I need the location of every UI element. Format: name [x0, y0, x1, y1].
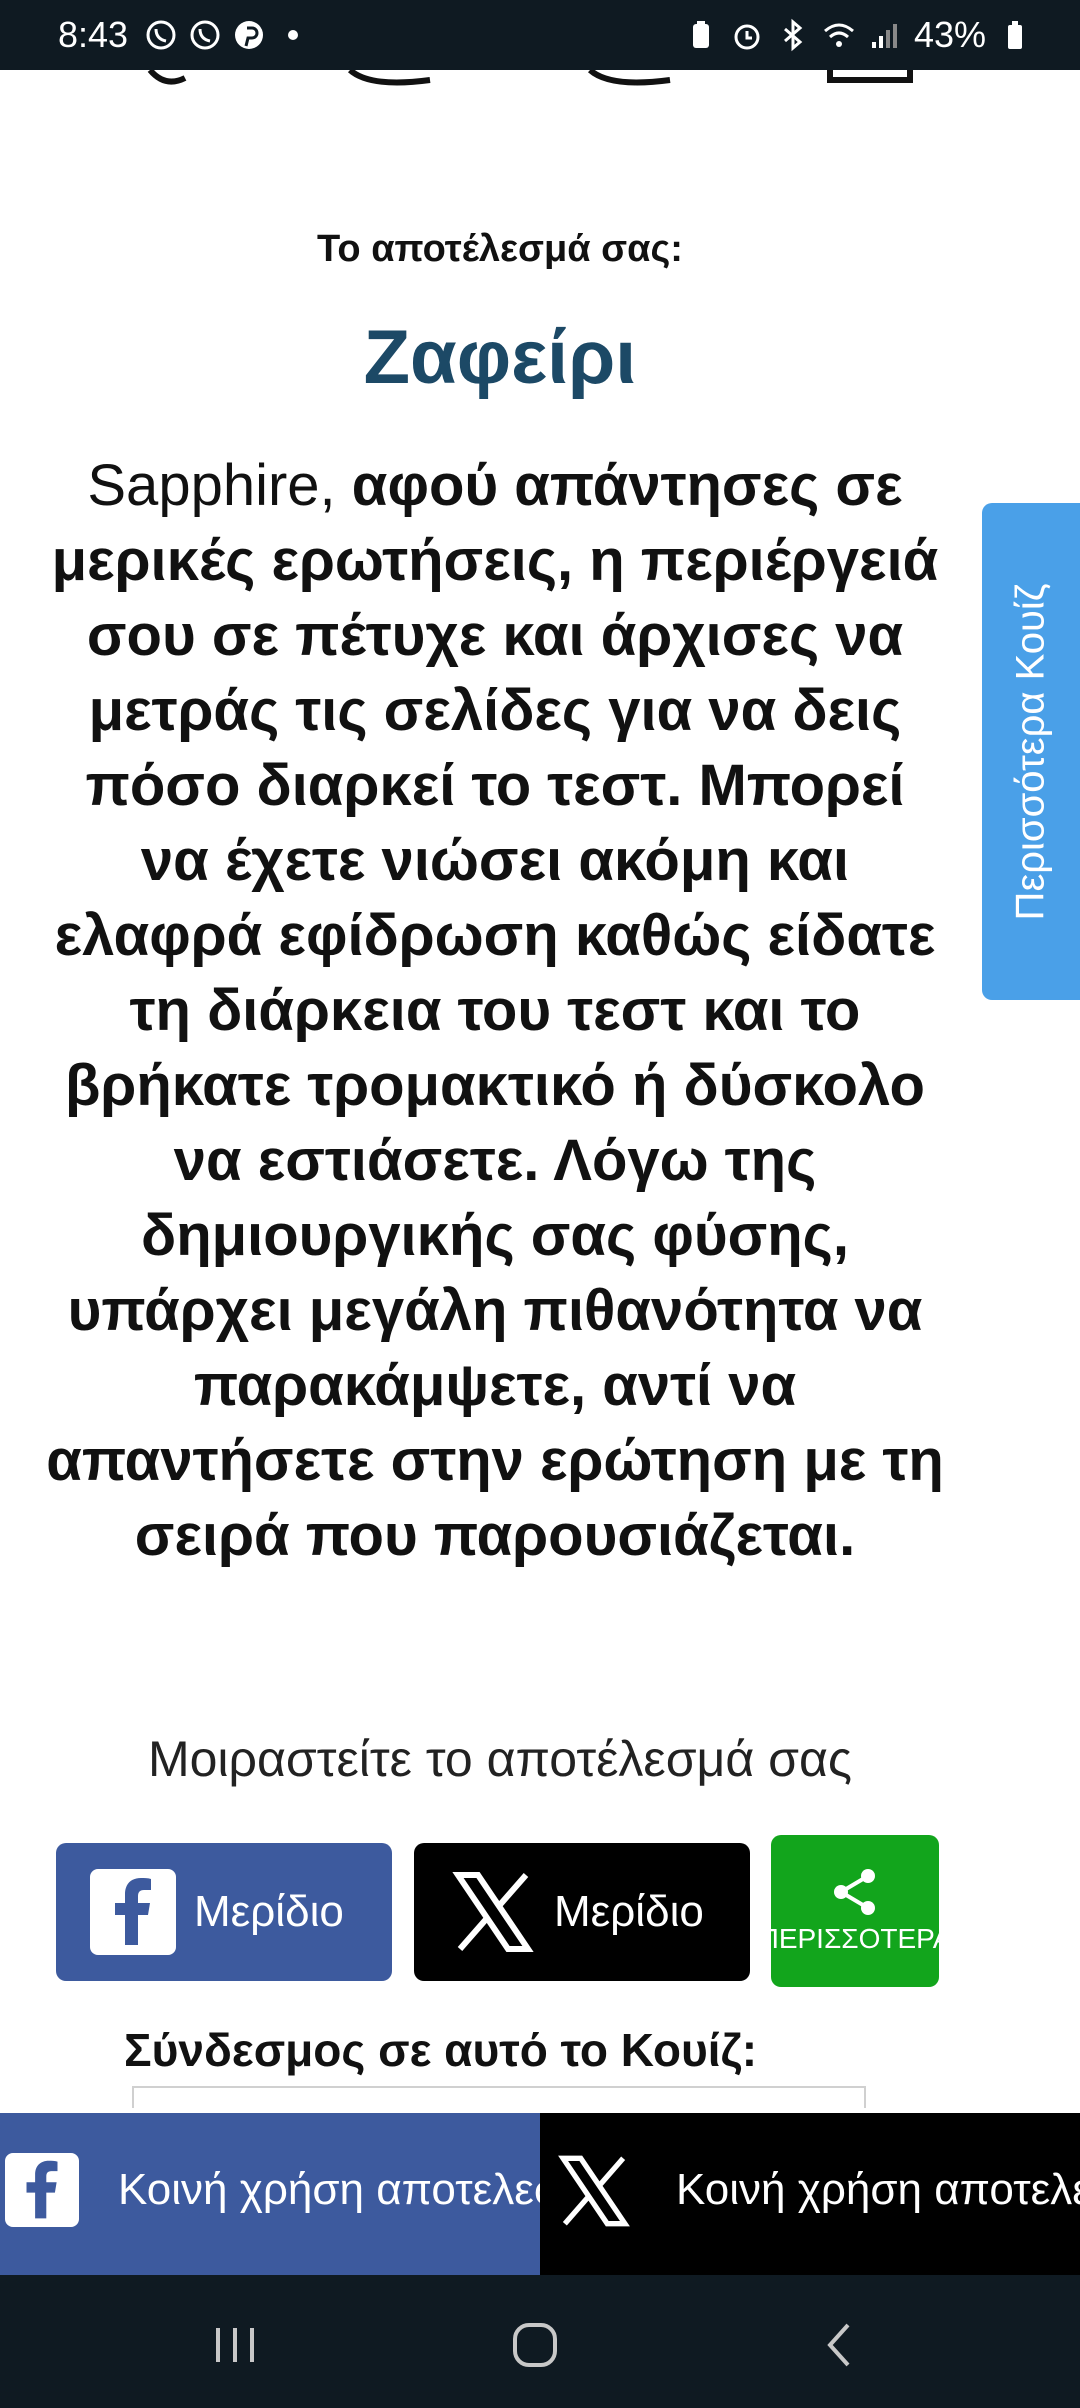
more-quizzes-tab[interactable]: Περισσότερα Κουίζ	[982, 503, 1080, 1000]
cut-off-icon-row	[147, 70, 913, 86]
wifi-icon	[823, 23, 854, 47]
pinterest-icon	[235, 21, 264, 49]
result-label: Το αποτέλεσμά σας:	[317, 228, 683, 270]
more-quizzes-label: Περισσότερα Κουίζ	[1008, 583, 1053, 920]
result-description: Sapphire, αφού απάντησες σε μερικές ερωτ…	[45, 448, 945, 1573]
quiz-link-field[interactable]	[132, 2086, 866, 2108]
facebook-icon	[90, 1869, 176, 1955]
share-heading: Μοιραστείτε το αποτέλεσμά σας	[147, 1731, 853, 1787]
x-share-label: Μερίδιο	[554, 1887, 704, 1936]
battery-saver-icon	[692, 21, 709, 48]
quiz-link-heading: Σύνδεσμος σε αυτό το Κουίζ:	[124, 2024, 758, 2076]
facebook-share-label: Μερίδιο	[194, 1887, 344, 1936]
sticky-share-bar: Κοινή χρήση αποτελεσμάτων Κοινή χρήση απ…	[0, 2113, 1080, 2275]
status-left: 8:43	[58, 14, 310, 56]
battery-percent: 43%	[913, 14, 986, 55]
facebook-icon	[5, 2153, 79, 2227]
sticky-facebook-share[interactable]: Κοινή χρήση αποτελεσμάτων	[0, 2113, 540, 2275]
more-share-label: ΠΕΡΙΣΣΟΤΕΡΑ	[771, 1923, 939, 1954]
result-name: Sapphire,	[87, 453, 336, 518]
navigation-bar	[0, 2275, 1080, 2408]
status-time: 8:43	[58, 14, 129, 55]
share-icon	[834, 1869, 875, 1915]
dot-icon	[288, 30, 299, 40]
share-buttons: Μερίδιο Μερίδιο ΠΕΡΙΣΣΟΤΕΡΑ	[56, 1835, 956, 1987]
battery-icon	[1008, 21, 1022, 49]
result-title: Ζαφείρι	[363, 315, 637, 400]
viber-icon	[146, 20, 176, 50]
more-share-button[interactable]: ΠΕΡΙΣΣΟΤΕΡΑ	[771, 1835, 939, 1987]
x-logo-icon	[558, 2155, 630, 2227]
alarm-icon	[734, 24, 760, 50]
sticky-facebook-text: Κοινή χρήση αποτελεσμάτων	[118, 2165, 540, 2214]
x-logo-icon	[452, 1872, 534, 1952]
bluetooth-icon	[783, 18, 803, 52]
result-description-text: αφού απάντησες σε μερικές ερωτήσεις, η π…	[46, 453, 944, 1568]
x-share-button[interactable]: Μερίδιο	[414, 1843, 750, 1981]
back-icon[interactable]	[810, 2315, 870, 2375]
facebook-share-button[interactable]: Μερίδιο	[56, 1843, 392, 1981]
sticky-x-share[interactable]: Κοινή χρήση αποτελεσμάτων	[540, 2113, 1080, 2275]
signal-icon	[871, 24, 897, 48]
viber-icon	[190, 20, 220, 50]
status-right: 43%	[684, 14, 1032, 56]
status-bar: 8:43 43%	[0, 0, 1080, 70]
recent-apps-icon[interactable]	[205, 2315, 265, 2375]
home-icon[interactable]	[505, 2315, 565, 2375]
sticky-x-text: Κοινή χρήση αποτελεσμάτων	[676, 2165, 1080, 2214]
